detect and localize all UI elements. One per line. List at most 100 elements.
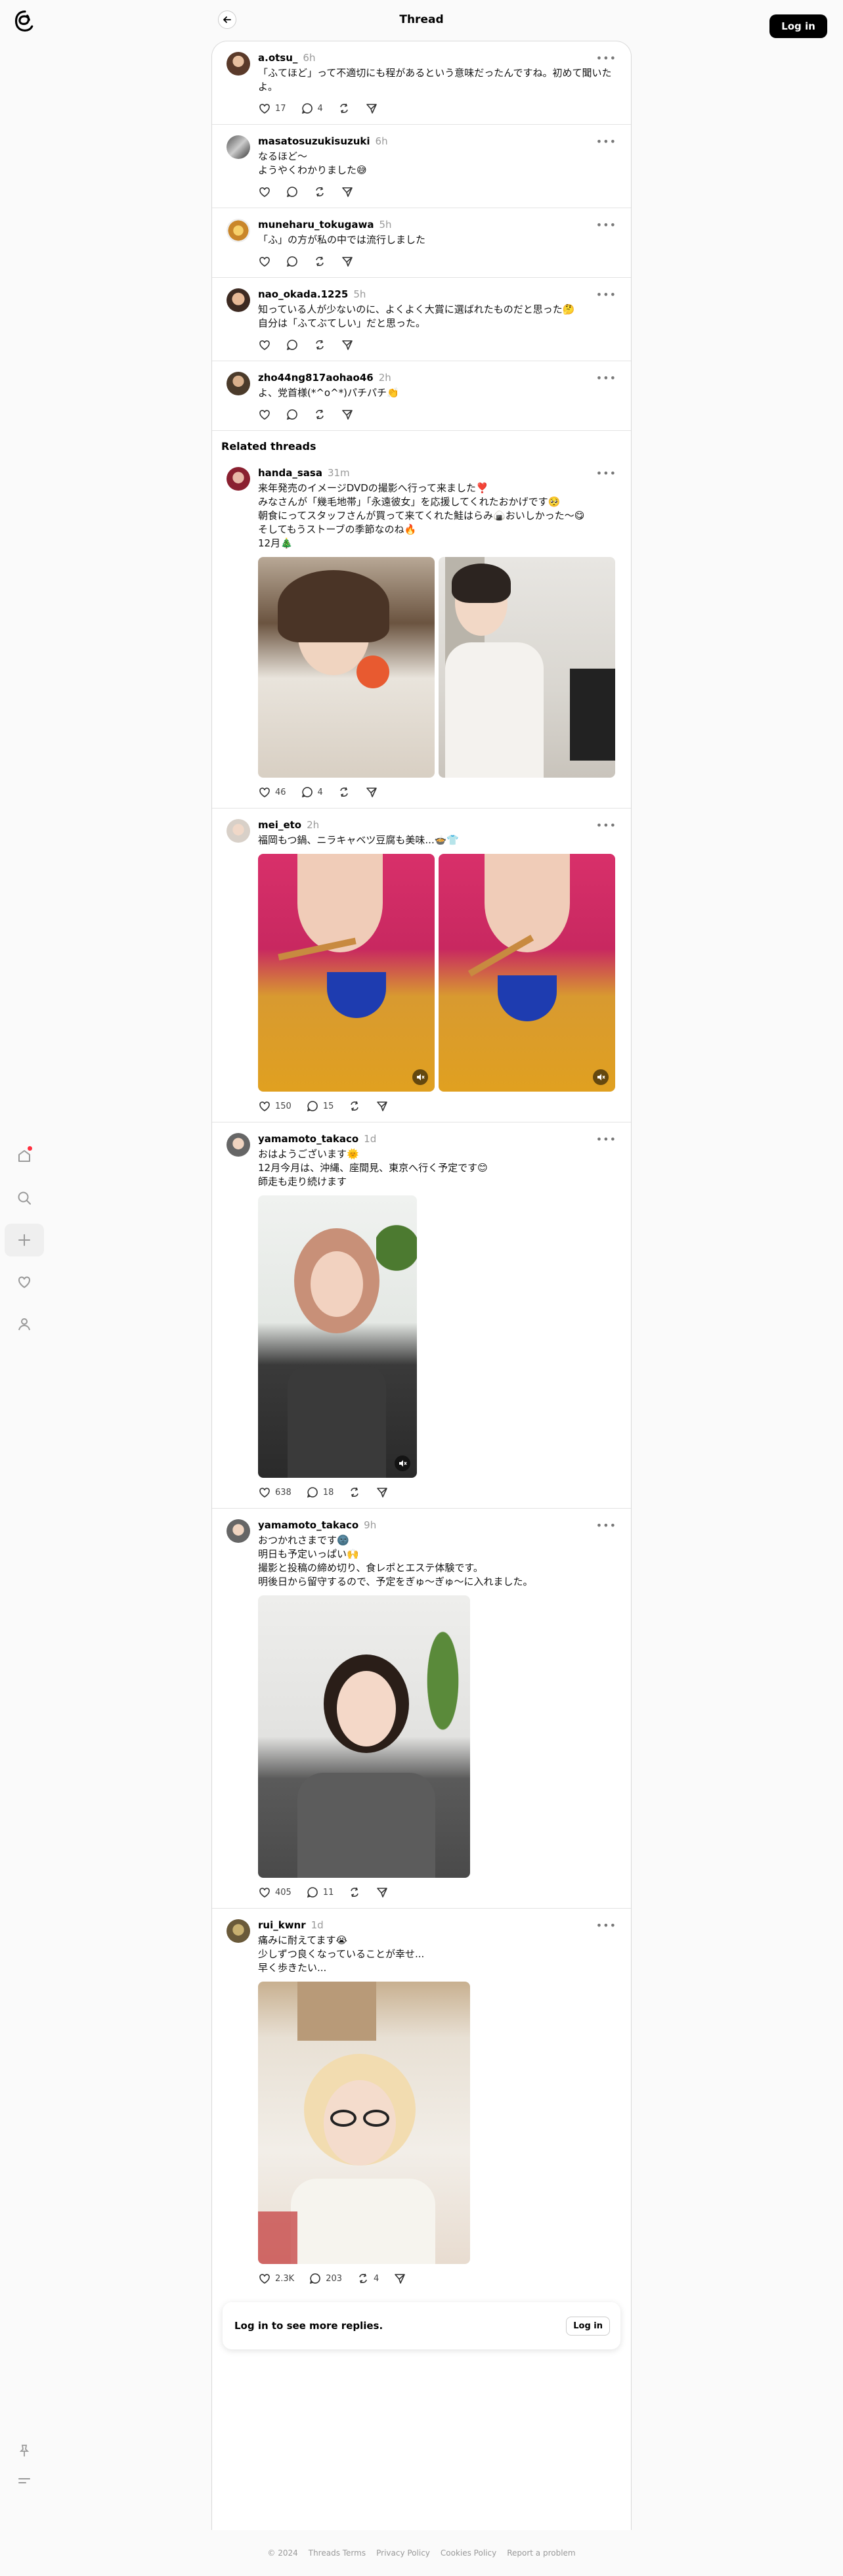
reply-button[interactable]: 11 (306, 1886, 334, 1899)
like-button[interactable]: 17 (258, 102, 286, 115)
username[interactable]: mei_eto (258, 819, 301, 831)
repost-button[interactable] (313, 185, 326, 198)
post-image[interactable] (258, 1595, 470, 1878)
username[interactable]: handa_sasa (258, 467, 322, 479)
more-icon[interactable]: ••• (596, 1519, 616, 1532)
reply-button[interactable]: 18 (306, 1486, 334, 1499)
profile-icon[interactable] (5, 1308, 44, 1341)
footer-link-terms[interactable]: Threads Terms (309, 2548, 366, 2558)
more-icon[interactable]: ••• (596, 288, 616, 301)
share-button[interactable] (376, 1486, 389, 1499)
share-button[interactable] (341, 255, 354, 268)
share-button[interactable] (365, 786, 378, 799)
reply-button[interactable] (286, 408, 299, 421)
share-button[interactable] (341, 185, 354, 198)
plus-icon[interactable] (5, 1224, 44, 1256)
username[interactable]: zho44ng817aohao46 (258, 372, 374, 384)
reply-post[interactable]: zho44ng817aohao46 2h よ、党首様(*^o^*)パチパチ👏 ••… (212, 361, 631, 431)
avatar[interactable] (227, 52, 250, 76)
avatar[interactable] (227, 1919, 250, 1943)
mute-icon[interactable] (593, 1069, 609, 1085)
repost-button[interactable]: 4 (357, 2272, 379, 2285)
more-icon[interactable]: ••• (596, 219, 616, 231)
footer-link-cookies[interactable]: Cookies Policy (441, 2548, 496, 2558)
pin-icon[interactable] (17, 2443, 32, 2460)
repost-button[interactable] (348, 1486, 361, 1499)
avatar[interactable] (227, 135, 250, 159)
reply-post[interactable]: muneharu_tokugawa 5h 「ふ」の方が私の中では流行しました ••… (212, 208, 631, 278)
post-image[interactable] (439, 557, 615, 778)
like-button[interactable]: 150 (258, 1099, 292, 1113)
more-icon[interactable]: ••• (596, 135, 616, 148)
share-button[interactable] (393, 2272, 406, 2285)
share-button[interactable] (376, 1099, 389, 1113)
like-button[interactable]: 405 (258, 1886, 292, 1899)
footer-link-privacy[interactable]: Privacy Policy (376, 2548, 430, 2558)
home-icon[interactable] (5, 1140, 44, 1172)
footer-link-report[interactable]: Report a problem (507, 2548, 575, 2558)
avatar[interactable] (227, 819, 250, 843)
username[interactable]: nao_okada.1225 (258, 288, 348, 300)
username[interactable]: yamamoto_takaco (258, 1133, 358, 1145)
repost-button[interactable] (348, 1099, 361, 1113)
related-post[interactable]: yamamoto_takaco 9h おつかれさまです🌚 明日も予定いっぱい🙌 撮… (212, 1509, 631, 1909)
share-button[interactable] (376, 1886, 389, 1899)
share-button[interactable] (365, 102, 378, 115)
arrow-left-icon[interactable] (218, 11, 236, 29)
post-image[interactable] (258, 557, 435, 778)
like-button[interactable]: 46 (258, 786, 286, 799)
repost-button[interactable] (337, 102, 351, 115)
reply-button[interactable] (286, 255, 299, 268)
username[interactable]: yamamoto_takaco (258, 1519, 358, 1531)
reply-button[interactable]: 15 (306, 1099, 334, 1113)
like-button[interactable] (258, 255, 271, 268)
share-button[interactable] (341, 408, 354, 421)
more-icon[interactable]: ••• (596, 467, 616, 479)
search-icon[interactable] (5, 1182, 44, 1214)
related-post[interactable]: rui_kwnr 1d 痛みに耐えてます😭 少しずつ良くなっていることが幸せ...… (212, 1909, 631, 2294)
like-button[interactable] (258, 185, 271, 198)
like-button[interactable] (258, 338, 271, 351)
post-image[interactable] (258, 1982, 470, 2264)
post-video[interactable] (258, 854, 435, 1092)
menu-icon[interactable] (17, 2474, 32, 2491)
more-icon[interactable]: ••• (596, 819, 616, 832)
login-button[interactable]: Log in (769, 14, 827, 38)
reply-button[interactable]: 4 (301, 786, 323, 799)
heart-icon[interactable] (5, 1266, 44, 1299)
threads-logo-icon[interactable] (13, 8, 37, 34)
avatar[interactable] (227, 219, 250, 242)
avatar[interactable] (227, 288, 250, 312)
more-icon[interactable]: ••• (596, 372, 616, 384)
reply-button[interactable]: 203 (309, 2272, 342, 2285)
reply-button[interactable] (286, 338, 299, 351)
repost-button[interactable] (313, 408, 326, 421)
like-button[interactable]: 2.3K (258, 2272, 294, 2285)
reply-post[interactable]: masatosuzukisuzuki 6h なるほど〜 ようやくわかりました😅 •… (212, 125, 631, 208)
more-icon[interactable]: ••• (596, 52, 616, 64)
mute-icon[interactable] (395, 1455, 410, 1471)
related-post[interactable]: yamamoto_takaco 1d おはようございます🌞 12月今月は、沖縄、座… (212, 1122, 631, 1509)
reply-post[interactable]: nao_okada.1225 5h 知っている人が少ないのに、よくよく大賞に選ばれ… (212, 278, 631, 361)
post-video[interactable] (439, 854, 615, 1092)
like-button[interactable] (258, 408, 271, 421)
share-button[interactable] (341, 338, 354, 351)
post-video[interactable] (258, 1195, 417, 1478)
username[interactable]: a.otsu_ (258, 52, 297, 64)
repost-button[interactable] (337, 786, 351, 799)
related-post[interactable]: handa_sasa 31m 来年発売のイメージDVDの撮影へ行って来ました❣️ … (212, 456, 631, 809)
more-icon[interactable]: ••• (596, 1133, 616, 1145)
avatar[interactable] (227, 467, 250, 491)
reply-button[interactable]: 4 (301, 102, 323, 115)
more-icon[interactable]: ••• (596, 1919, 616, 1932)
like-button[interactable]: 638 (258, 1486, 292, 1499)
login-prompt-button[interactable]: Log in (566, 2316, 610, 2336)
repost-button[interactable] (313, 338, 326, 351)
reply-button[interactable] (286, 185, 299, 198)
username[interactable]: muneharu_tokugawa (258, 219, 374, 231)
avatar[interactable] (227, 1133, 250, 1157)
repost-button[interactable] (313, 255, 326, 268)
username[interactable]: rui_kwnr (258, 1919, 306, 1931)
root-post[interactable]: a.otsu_ 6h 「ふてほど」って不適切にも程があるという意味だったんですね。… (212, 41, 631, 125)
related-post[interactable]: mei_eto 2h 福岡もつ鍋、ニラキャベツ豆腐も美味...🍲👕 150 15… (212, 809, 631, 1122)
